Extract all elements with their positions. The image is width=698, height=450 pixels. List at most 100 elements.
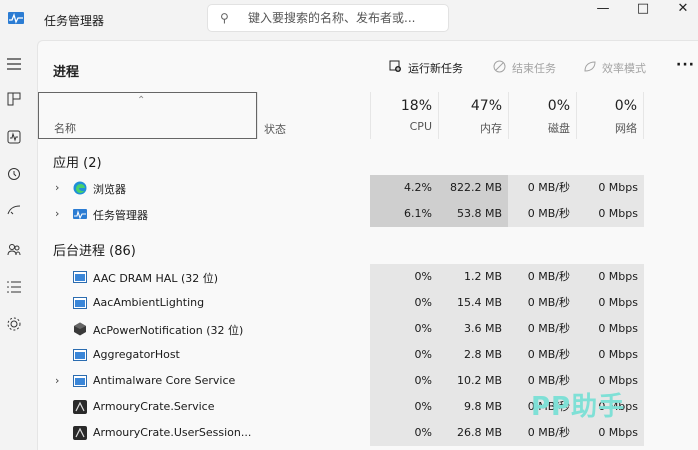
- run-new-task-button[interactable]: 运行新任务: [389, 60, 463, 76]
- cpu-cell: 0%: [370, 342, 438, 368]
- memory-cell: 53.8 MB: [438, 201, 508, 227]
- run-task-icon: [389, 60, 402, 76]
- process-row[interactable]: › 任务管理器 6.1% 53.8 MB 0 MB/秒 0 Mbps: [38, 201, 698, 227]
- cpu-cell: 6.1%: [370, 201, 438, 227]
- process-name: 浏览器: [93, 183, 126, 196]
- process-row[interactable]: AAC DRAM HAL (32 位) 0% 1.2 MB 0 MB/秒 0 M…: [38, 264, 698, 290]
- process-name: AacAmbientLighting: [93, 296, 205, 309]
- apps-group-header[interactable]: 应用 (2): [53, 152, 102, 171]
- process-row[interactable]: AcPowerNotification (32 位) 0% 3.6 MB 0 M…: [38, 316, 698, 342]
- network-column-header[interactable]: 0% 网络: [576, 92, 644, 139]
- details-icon[interactable]: [4, 279, 24, 299]
- memory-total: 47%: [470, 98, 502, 114]
- memory-cell: 2.8 MB: [438, 342, 508, 368]
- expand-chevron-icon[interactable]: ›: [55, 181, 59, 194]
- search-icon: ⚲: [220, 11, 229, 25]
- process-row[interactable]: ArmouryCrate.UserSession... 0% 26.8 MB 0…: [38, 420, 698, 446]
- app-window-icon: [73, 349, 87, 361]
- memory-column-label: 内存: [480, 122, 502, 135]
- disk-column-header[interactable]: 0% 磁盘: [508, 92, 576, 139]
- network-cell: 0 Mbps: [576, 342, 644, 368]
- cpu-cell: 0%: [370, 368, 438, 394]
- memory-cell: 822.2 MB: [438, 175, 508, 201]
- cpu-total: 18%: [400, 98, 432, 114]
- hexagon-app-icon: [74, 322, 86, 336]
- process-row[interactable]: AggregatorHost 0% 2.8 MB 0 MB/秒 0 Mbps: [38, 342, 698, 368]
- app-window-icon: [73, 271, 87, 283]
- cpu-cell: 4.2%: [370, 175, 438, 201]
- background-group-header[interactable]: 后台进程 (86): [53, 240, 136, 259]
- armoury-crate-icon: [73, 426, 87, 440]
- disk-cell: 0 MB/秒: [508, 201, 576, 227]
- app-title: 任务管理器: [44, 14, 105, 28]
- process-name: ArmouryCrate.UserSession...: [93, 426, 252, 439]
- more-options-button[interactable]: ···: [676, 57, 695, 73]
- search-box[interactable]: ⚲: [207, 4, 449, 32]
- history-icon[interactable]: [4, 167, 24, 187]
- cpu-column-label: CPU: [409, 120, 432, 133]
- process-row[interactable]: AacAmbientLighting 0% 15.4 MB 0 MB/秒 0 M…: [38, 290, 698, 316]
- cpu-column-header[interactable]: 18% CPU: [370, 92, 438, 139]
- memory-cell: 15.4 MB: [438, 290, 508, 316]
- cpu-cell: 0%: [370, 420, 438, 446]
- processes-icon[interactable]: [4, 92, 24, 112]
- process-row[interactable]: › 浏览器 4.2% 822.2 MB 0 MB/秒 0 Mbps: [38, 175, 698, 201]
- memory-column-header[interactable]: 47% 内存: [438, 92, 508, 139]
- disk-total: 0%: [547, 98, 570, 114]
- disk-cell: 0 MB/秒: [508, 264, 576, 290]
- process-name: Antimalware Core Service: [93, 374, 236, 387]
- cpu-cell: 0%: [370, 264, 438, 290]
- process-name: AcPowerNotification (32 位): [93, 324, 244, 337]
- name-column-label: 名称: [54, 122, 76, 135]
- sort-ascending-icon: ⌃: [137, 95, 146, 106]
- cpu-cell: 0%: [370, 394, 438, 420]
- expand-chevron-icon[interactable]: ›: [55, 374, 59, 387]
- disk-cell: 0 MB/秒: [508, 316, 576, 342]
- disk-cell: 0 MB/秒: [508, 175, 576, 201]
- cpu-cell: 0%: [370, 316, 438, 342]
- task-manager-icon: [73, 209, 87, 220]
- close-button[interactable]: ✕: [660, 0, 698, 24]
- services-icon[interactable]: [4, 317, 24, 337]
- users-icon[interactable]: [4, 242, 24, 262]
- armoury-crate-icon: [73, 400, 87, 414]
- end-task-icon: [493, 60, 506, 76]
- search-input[interactable]: [248, 8, 444, 28]
- app-window-icon: [73, 297, 87, 309]
- edge-browser-icon: [73, 181, 87, 195]
- efficiency-mode-label: 效率模式: [602, 62, 646, 75]
- performance-icon[interactable]: [4, 130, 24, 150]
- startup-icon[interactable]: [4, 203, 24, 223]
- efficiency-mode-button[interactable]: 效率模式: [583, 60, 646, 76]
- network-cell: 0 Mbps: [576, 420, 644, 446]
- memory-cell: 9.8 MB: [438, 394, 508, 420]
- process-name: ArmouryCrate.Service: [93, 400, 215, 413]
- run-new-task-label: 运行新任务: [408, 62, 463, 75]
- memory-cell: 3.6 MB: [438, 316, 508, 342]
- title-bar: 任务管理器 ⚲ — □ ✕: [0, 0, 698, 40]
- watermark: PP助手: [531, 392, 626, 422]
- page-title: 进程: [53, 65, 80, 80]
- network-total: 0%: [614, 98, 637, 114]
- network-cell: 0 Mbps: [576, 290, 644, 316]
- expand-chevron-icon[interactable]: ›: [55, 207, 59, 220]
- leaf-icon: [583, 60, 596, 76]
- hamburger-icon[interactable]: [4, 56, 24, 76]
- end-task-label: 结束任务: [512, 62, 556, 75]
- end-task-button[interactable]: 结束任务: [493, 60, 556, 76]
- app-window-icon: [73, 375, 87, 387]
- network-cell: 0 Mbps: [576, 264, 644, 290]
- status-column-label: 状态: [264, 123, 286, 136]
- process-name: AAC DRAM HAL (32 位): [93, 272, 219, 285]
- status-column-header[interactable]: 状态: [257, 92, 370, 139]
- name-column-header[interactable]: ⌃ 名称: [38, 92, 257, 139]
- memory-cell: 26.8 MB: [438, 420, 508, 446]
- cpu-cell: 0%: [370, 290, 438, 316]
- disk-column-label: 磁盘: [548, 122, 570, 135]
- task-manager-logo-icon: [8, 12, 24, 24]
- disk-cell: 0 MB/秒: [508, 342, 576, 368]
- disk-cell: 0 MB/秒: [508, 420, 576, 446]
- network-cell: 0 Mbps: [576, 175, 644, 201]
- nav-rail: [0, 40, 28, 449]
- network-cell: 0 Mbps: [576, 201, 644, 227]
